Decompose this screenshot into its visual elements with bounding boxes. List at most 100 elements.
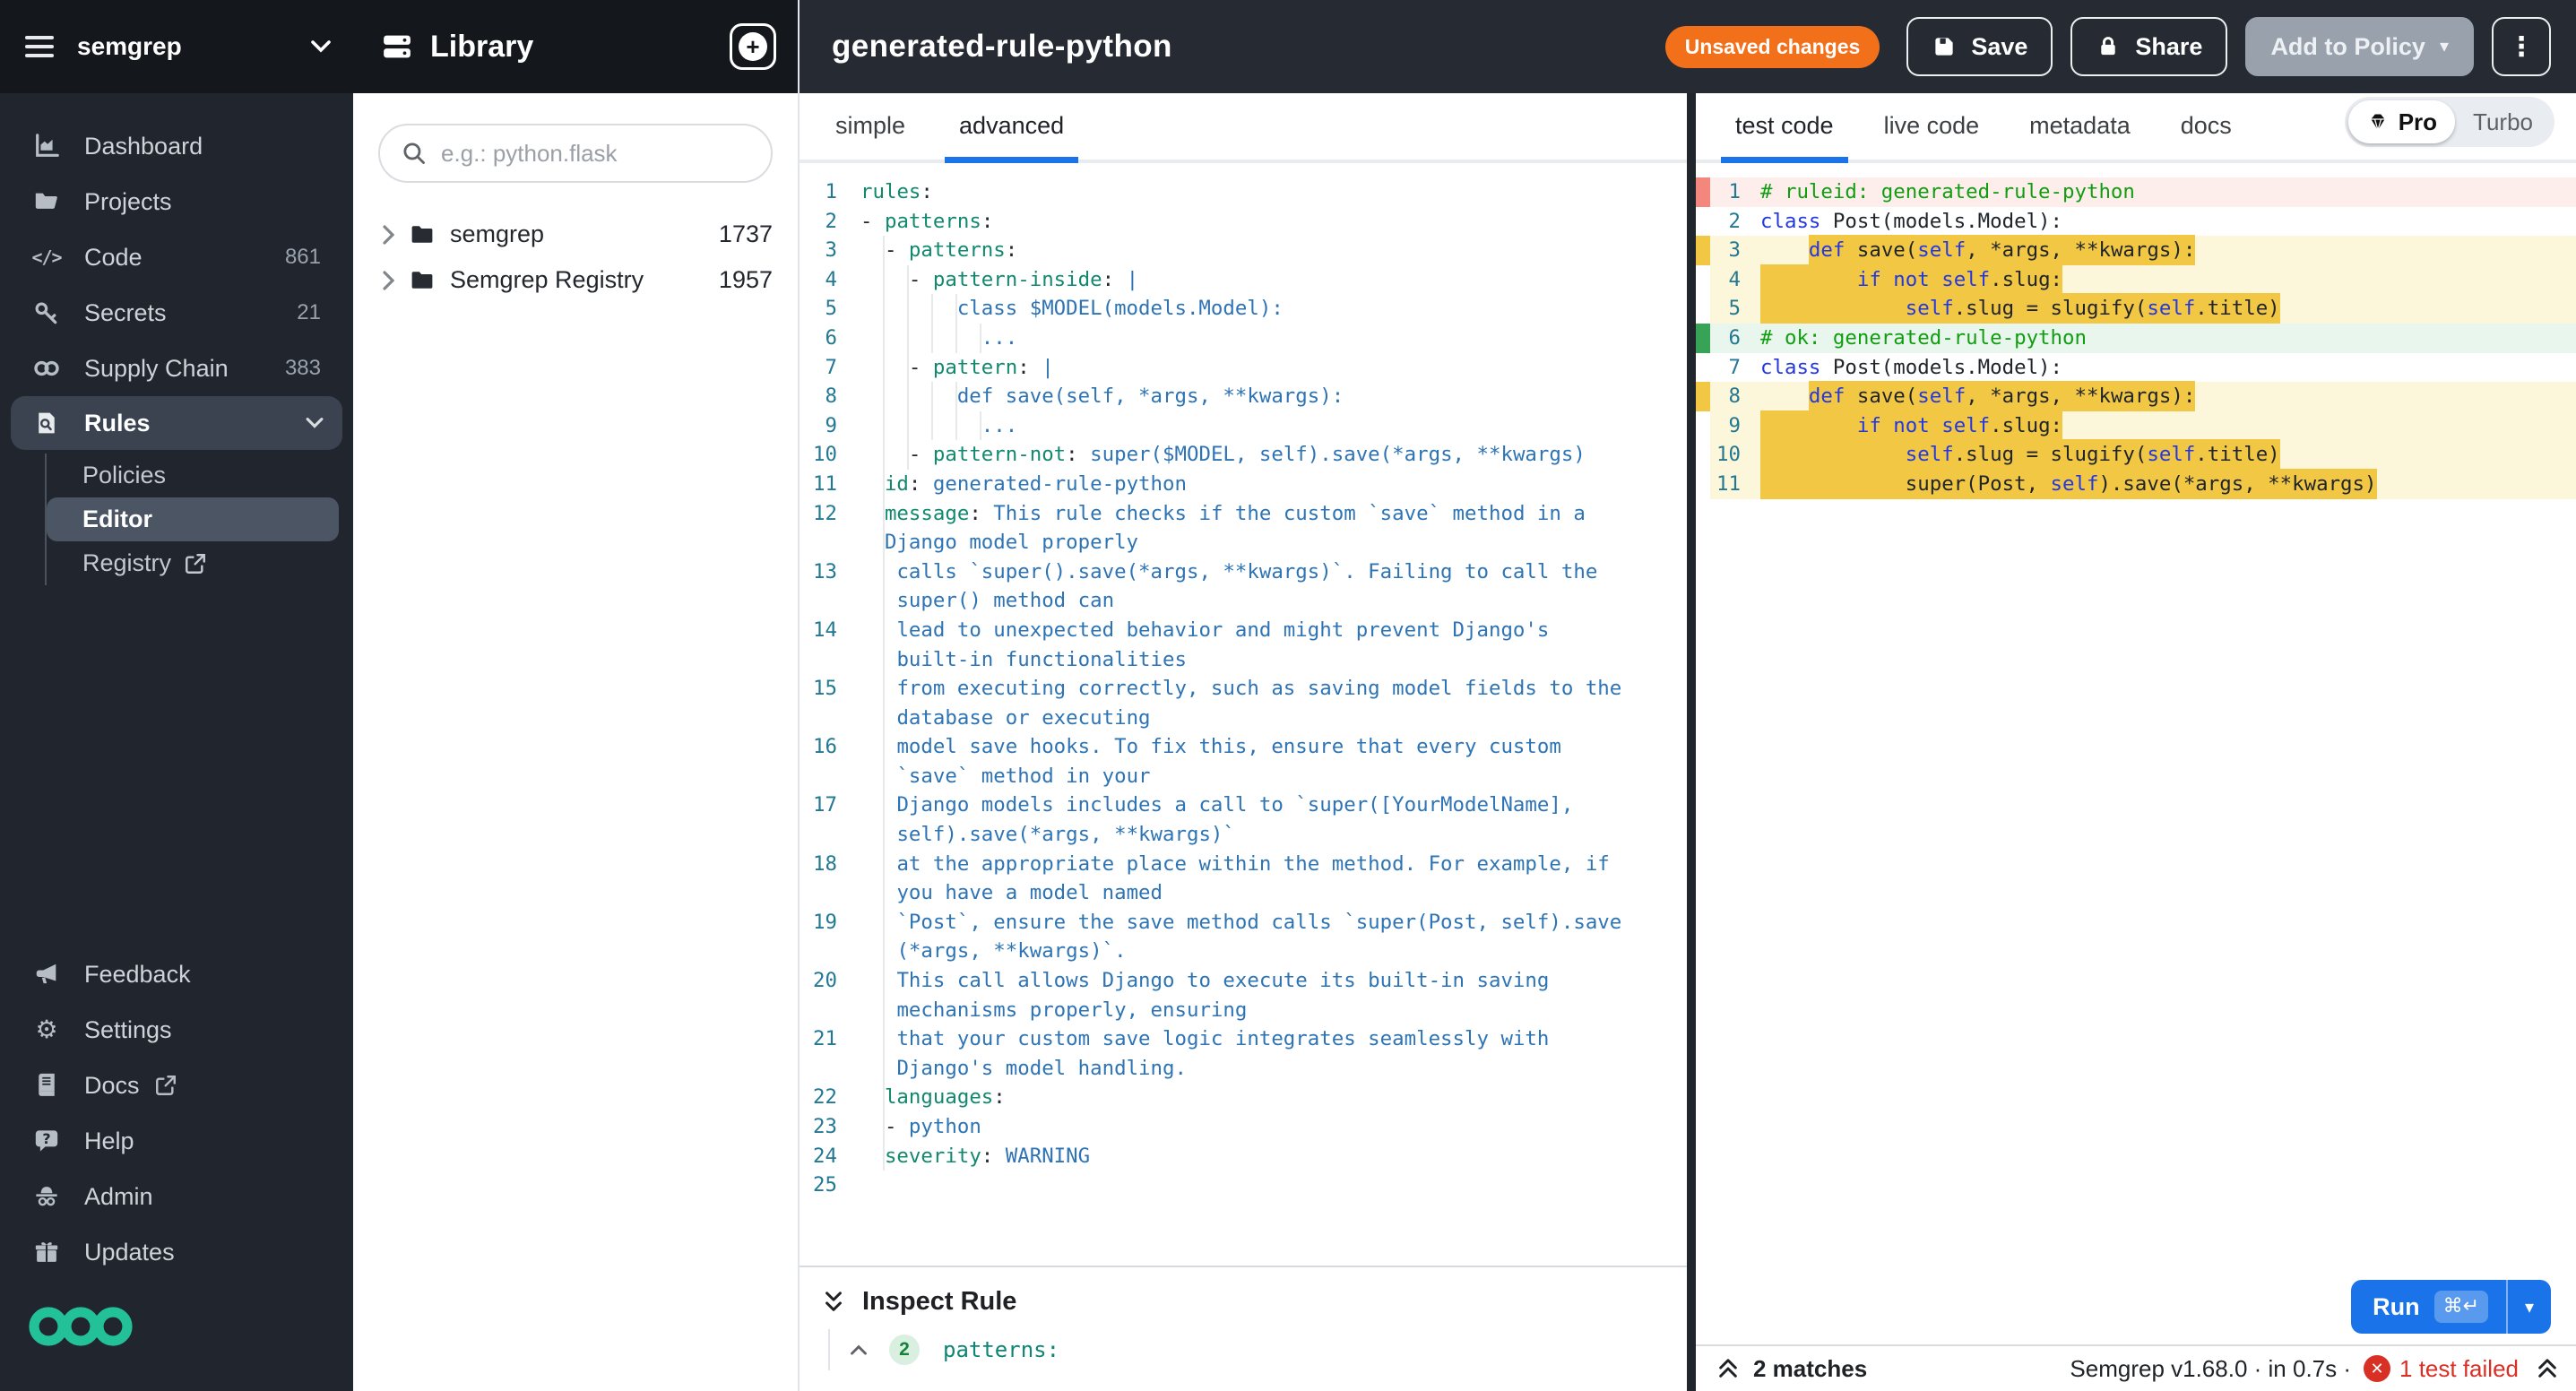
run-button[interactable]: Run ⌘↵ ▾	[2351, 1280, 2551, 1334]
chevron-right-icon[interactable]	[382, 270, 396, 291]
tab-metadata[interactable]: metadata	[2015, 112, 2145, 160]
chevron-up-icon[interactable]	[850, 1343, 868, 1356]
search-input[interactable]	[441, 140, 753, 168]
editor-code-line[interactable]: 15from executing correctly, such as savi…	[800, 674, 1687, 732]
double-chevron-down-icon[interactable]	[823, 1291, 844, 1314]
run-dropdown-caret[interactable]: ▾	[2508, 1296, 2551, 1318]
tab-live-code[interactable]: live code	[1870, 112, 1994, 160]
test-code-line[interactable]: 4 if not self.slug:	[1696, 265, 2576, 295]
sidebar-item-editor[interactable]: Editor	[47, 497, 339, 541]
editor-code-line[interactable]: 23- python	[800, 1112, 1687, 1142]
editor-code-line[interactable]: 17Django models includes a call to `supe…	[800, 791, 1687, 849]
tree-row-semgrep[interactable]: semgrep 1737	[353, 212, 798, 257]
sidebar-item-label: Docs	[84, 1072, 140, 1100]
collapse-panel-icon[interactable]	[2537, 1358, 2558, 1379]
editor-code-line[interactable]: 24severity: WARNING	[800, 1142, 1687, 1171]
editor-code-line[interactable]: 7- pattern: |	[800, 353, 1687, 383]
editor-code-line[interactable]: 22languages:	[800, 1083, 1687, 1112]
code-token	[1760, 410, 1857, 441]
code-token: severity	[885, 1145, 981, 1168]
more-options-button[interactable]: ⋮	[2492, 17, 2551, 76]
editor-code-line[interactable]: 20This call allows Django to execute its…	[800, 966, 1687, 1024]
chevron-right-icon[interactable]	[382, 224, 396, 246]
collapse-matches-icon[interactable]	[1717, 1358, 1739, 1379]
editor-code-line[interactable]: 5class $MODEL(models.Model):	[800, 294, 1687, 324]
tree-row-semgrep-registry[interactable]: Semgrep Registry 1957	[353, 257, 798, 303]
sidebar-item-code[interactable]: </> Code 861	[0, 229, 353, 285]
editor-code-line[interactable]: 13calls `super().save(*args, **kwargs)`.…	[800, 557, 1687, 616]
turbo-toggle-option[interactable]: Turbo	[2455, 108, 2551, 136]
test-code-line[interactable]: 1# ruleid: generated-rule-python	[1696, 177, 2576, 207]
test-code-line[interactable]: 7class Post(models.Model):	[1696, 353, 2576, 383]
editor-code-line[interactable]: 12message: This rule checks if the custo…	[800, 499, 1687, 557]
code-token: class $MODEL(models.Model):	[957, 297, 1284, 320]
test-code-line[interactable]: 11 super(Post, self).save(*args, **kwarg…	[1696, 470, 2576, 499]
plus-icon: +	[739, 32, 767, 61]
editor-code-line[interactable]: 3- patterns:	[800, 236, 1687, 265]
test-code-editor[interactable]: 1# ruleid: generated-rule-python2class P…	[1696, 163, 2576, 1269]
editor-code-line[interactable]: 8def save(self, *args, **kwargs):	[800, 382, 1687, 411]
editor-code-line[interactable]: 2- patterns:	[800, 207, 1687, 237]
editor-code-line[interactable]: 1rules:	[800, 177, 1687, 207]
editor-code-line[interactable]: 25	[800, 1171, 1687, 1200]
share-label: Share	[2135, 33, 2202, 61]
test-code-line[interactable]: 9 if not self.slug:	[1696, 411, 2576, 441]
chevron-down-icon[interactable]	[305, 417, 324, 429]
code-token: self	[2147, 293, 2195, 324]
sidebar-item-feedback[interactable]: Feedback	[0, 946, 353, 1002]
test-code-line[interactable]: 6# ok: generated-rule-python	[1696, 324, 2576, 353]
sidebar-item-registry[interactable]: Registry	[47, 541, 339, 585]
new-rule-button[interactable]: +	[730, 23, 776, 70]
sidebar-item-secrets[interactable]: Secrets 21	[0, 285, 353, 341]
tab-simple[interactable]: simple	[821, 112, 920, 160]
rule-editor-code[interactable]: 1rules:2- patterns:3- patterns:4- patter…	[800, 163, 1687, 1266]
editor-code-line[interactable]: 21that your custom save logic integrates…	[800, 1024, 1687, 1083]
editor-code-line[interactable]: 11id: generated-rule-python	[800, 470, 1687, 499]
sidebar-item-rules[interactable]: Rules	[11, 396, 342, 450]
library-search[interactable]	[378, 124, 773, 183]
sidebar-item-docs[interactable]: Docs	[0, 1058, 353, 1113]
org-switcher[interactable]: semgrep	[0, 0, 353, 93]
tab-advanced[interactable]: advanced	[945, 112, 1078, 160]
sidebar-item-updates[interactable]: Updates	[0, 1224, 353, 1280]
editor-code-line[interactable]: 10- pattern-not: super($MODEL, self).sav…	[800, 440, 1687, 470]
hamburger-menu-icon[interactable]	[25, 36, 54, 57]
sidebar-item-dashboard[interactable]: Dashboard	[0, 118, 353, 174]
engine-toggle: Pro Turbo	[2345, 97, 2554, 147]
editor-code-line[interactable]: 18at the appropriate place within the me…	[800, 850, 1687, 908]
chevron-down-icon[interactable]	[310, 39, 332, 54]
save-label: Save	[1971, 33, 2027, 61]
editor-code-line[interactable]: 16model save hooks. To fix this, ensure …	[800, 732, 1687, 791]
semgrep-logo[interactable]	[29, 1305, 353, 1355]
pro-toggle-option[interactable]: Pro	[2348, 100, 2455, 143]
tab-test-code[interactable]: test code	[1721, 112, 1848, 160]
test-code-line[interactable]: 10 self.slug = slugify(self.title)	[1696, 440, 2576, 470]
share-button[interactable]: Share	[2070, 17, 2227, 76]
code-token: at the appropriate place within the meth…	[896, 852, 1609, 905]
pane-divider[interactable]	[1687, 93, 1696, 1391]
save-button[interactable]: Save	[1906, 17, 2053, 76]
editor-code-line[interactable]: 9...	[800, 411, 1687, 441]
inspect-rule-header[interactable]: Inspect Rule	[823, 1287, 1658, 1317]
sidebar-item-admin[interactable]: Admin	[0, 1169, 353, 1224]
code-token: :	[981, 1145, 993, 1168]
editor-code-line[interactable]: 4- pattern-inside: |	[800, 265, 1687, 295]
yellow-match-marker	[1696, 382, 1710, 411]
code-token: save(	[1845, 235, 1917, 265]
test-code-line[interactable]: 8 def save(self, *args, **kwargs):	[1696, 382, 2576, 411]
sidebar-item-supply-chain[interactable]: Supply Chain 383	[0, 341, 353, 396]
test-code-line[interactable]: 3 def save(self, *args, **kwargs):	[1696, 236, 2576, 265]
sidebar-item-projects[interactable]: Projects	[0, 174, 353, 229]
sidebar-item-settings[interactable]: ⚙ Settings	[0, 1002, 353, 1058]
sidebar-item-help[interactable]: ? Help	[0, 1113, 353, 1169]
editor-code-line[interactable]: 14lead to unexpected behavior and might …	[800, 616, 1687, 674]
tab-docs[interactable]: docs	[2166, 112, 2246, 160]
code-token: def save(self, *args, **kwargs):	[957, 384, 1344, 408]
test-code-line[interactable]: 2class Post(models.Model):	[1696, 207, 2576, 237]
editor-code-line[interactable]: 19`Post`, ensure the save method calls `…	[800, 908, 1687, 966]
count-badge: 861	[285, 245, 332, 270]
editor-code-line[interactable]: 6...	[800, 324, 1687, 353]
add-to-policy-button[interactable]: Add to Policy ▾	[2245, 17, 2474, 76]
test-code-line[interactable]: 5 self.slug = slugify(self.title)	[1696, 294, 2576, 324]
sidebar-item-policies[interactable]: Policies	[47, 454, 339, 497]
